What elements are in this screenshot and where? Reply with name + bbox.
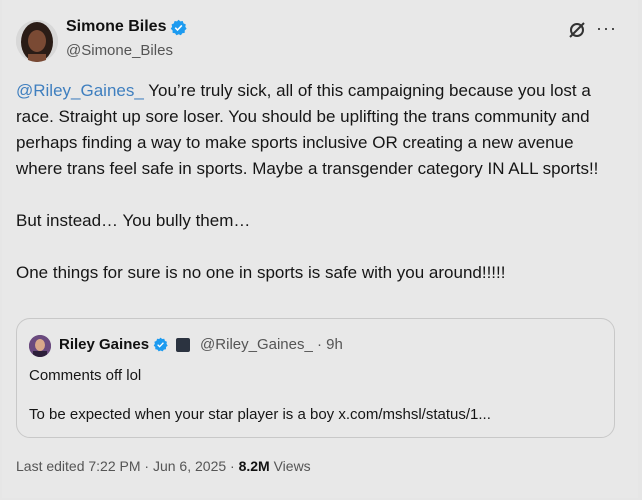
quoted-text-line-1: Comments off lol bbox=[29, 367, 142, 384]
author-name[interactable]: Simone Biles bbox=[66, 18, 188, 36]
quoted-text-line-2: To be expected when your star player is … bbox=[29, 406, 491, 423]
views-count[interactable]: 8.2M bbox=[239, 458, 270, 474]
author-handle[interactable]: @Simone_Biles bbox=[66, 42, 173, 59]
affiliate-badge-icon bbox=[176, 337, 191, 352]
verified-badge-icon bbox=[153, 337, 168, 352]
tweet-card: Simone Biles @Simone_Biles ··· @Riley_Ga… bbox=[2, 0, 638, 498]
quoted-name[interactable]: Riley Gaines bbox=[59, 336, 149, 353]
author-name-text[interactable]: Simone Biles bbox=[66, 18, 166, 36]
grok-icon[interactable] bbox=[567, 20, 587, 40]
quoted-handle-time[interactable]: @Riley_Gaines_ · 9h bbox=[200, 336, 343, 353]
paragraph-2: But instead… You bully them… bbox=[16, 211, 251, 230]
more-icon[interactable]: ··· bbox=[596, 19, 616, 40]
tweet-text: @Riley_Gaines_ You’re truly sick, all of… bbox=[16, 78, 624, 286]
paragraph-1: @Riley_Gaines_ You’re truly sick, all of… bbox=[16, 78, 624, 182]
tweet-meta: Last edited 7:22 PM · Jun 6, 2025 · 8.2M… bbox=[16, 458, 311, 474]
quoted-avatar[interactable] bbox=[29, 335, 51, 357]
mention-link[interactable]: @Riley_Gaines_ bbox=[16, 81, 144, 100]
quoted-author[interactable]: Riley Gaines @Riley_Gaines_ · 9h bbox=[59, 336, 343, 353]
views-label: Views bbox=[269, 458, 311, 474]
quoted-tweet[interactable]: Riley Gaines @Riley_Gaines_ · 9h Comment… bbox=[16, 318, 615, 438]
edited-timestamp[interactable]: Last edited 7:22 PM · Jun 6, 2025 · bbox=[16, 458, 239, 474]
verified-badge-icon bbox=[171, 19, 188, 35]
paragraph-3: One things for sure is no one in sports … bbox=[16, 263, 506, 282]
author-avatar[interactable] bbox=[16, 20, 58, 62]
